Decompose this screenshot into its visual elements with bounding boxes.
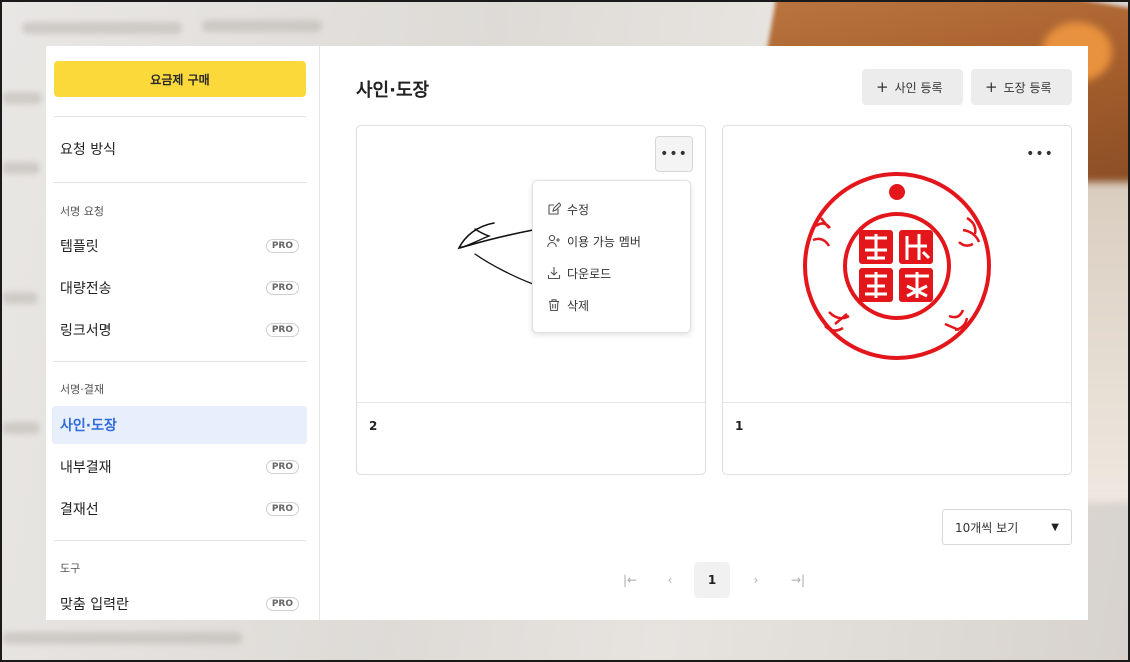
menu-item-available-members[interactable]: 이용 가능 멤버	[533, 225, 690, 257]
divider	[54, 182, 306, 183]
sidebar-item-template[interactable]: 템플릿 PRO	[52, 227, 307, 265]
sidebar-item-approval-line[interactable]: 결재선 PRO	[52, 490, 307, 528]
section-label-sign-request: 서명 요청	[60, 205, 104, 218]
stamp-card[interactable]: ••• 1	[722, 125, 1072, 475]
pro-badge: PRO	[265, 281, 299, 295]
signature-card[interactable]: ••• 수정 이용 가능 멤버 다운로드 삭제 2	[356, 125, 706, 475]
download-icon	[547, 267, 561, 280]
more-icon: •••	[660, 146, 688, 162]
page-number-button[interactable]: 1	[694, 562, 730, 598]
sidebar: 요금제 구매 요청 방식 서명 요청 템플릿 PRO 대량전송 PRO 링크서명…	[46, 46, 320, 620]
add-signature-button[interactable]: + 사인 등록	[862, 69, 963, 105]
card-context-menu: 수정 이용 가능 멤버 다운로드 삭제	[532, 180, 691, 333]
main-content: 사인·도장 + 사인 등록 + 도장 등록 ••• 수정 이용 가능 멤버 다운…	[320, 46, 1088, 620]
pro-badge: PRO	[265, 460, 299, 474]
sidebar-item-link-sign[interactable]: 링크서명 PRO	[52, 311, 307, 349]
section-label-sign-approval: 서명·결재	[60, 383, 104, 396]
pro-badge: PRO	[265, 323, 299, 337]
first-page-icon: |←	[622, 573, 638, 587]
page-title: 사인·도장	[356, 80, 430, 101]
sidebar-item-custom-field[interactable]: 맞춤 입력란 PRO	[52, 585, 307, 620]
card-name: 1	[735, 419, 744, 433]
menu-item-download[interactable]: 다운로드	[533, 257, 690, 289]
page-size-select[interactable]: 10개씩 보기 ▼	[942, 509, 1072, 545]
add-member-icon	[547, 234, 560, 248]
divider	[54, 116, 306, 117]
card-name: 2	[369, 419, 378, 433]
last-page-icon: →|	[790, 573, 806, 587]
stamp-preview	[723, 126, 1071, 403]
purchase-plan-button[interactable]: 요금제 구매	[54, 61, 306, 97]
edit-icon	[548, 202, 561, 215]
add-stamp-button[interactable]: + 도장 등록	[971, 69, 1072, 105]
app-window: 요금제 구매 요청 방식 서명 요청 템플릿 PRO 대량전송 PRO 링크서명…	[46, 46, 1088, 620]
caret-down-icon: ▼	[1051, 521, 1059, 533]
divider	[54, 361, 306, 362]
last-page-button[interactable]: →|	[780, 562, 816, 598]
prev-page-button[interactable]: ‹	[652, 562, 688, 598]
plus-icon: +	[985, 77, 998, 96]
more-options-button[interactable]: •••	[1021, 136, 1059, 172]
next-page-button[interactable]: ›	[738, 562, 774, 598]
pro-badge: PRO	[265, 502, 299, 516]
chevron-left-icon: ‹	[667, 573, 673, 587]
sidebar-item-signature-stamp[interactable]: 사인·도장	[52, 406, 307, 444]
pro-badge: PRO	[265, 597, 299, 611]
section-label-tools: 도구	[60, 562, 81, 575]
more-icon: •••	[1026, 146, 1054, 162]
menu-item-delete[interactable]: 삭제	[533, 289, 690, 321]
sidebar-item-internal-approval[interactable]: 내부결재 PRO	[52, 448, 307, 486]
trash-icon	[549, 299, 559, 312]
first-page-button[interactable]: |←	[612, 562, 648, 598]
divider	[54, 540, 306, 541]
plus-icon: +	[876, 77, 889, 96]
sidebar-item-request-method[interactable]: 요청 방식	[52, 130, 307, 168]
more-options-button[interactable]: •••	[655, 136, 693, 172]
pro-badge: PRO	[265, 239, 299, 253]
chevron-right-icon: ›	[753, 573, 759, 587]
sidebar-item-bulk-send[interactable]: 대량전송 PRO	[52, 269, 307, 307]
menu-item-edit[interactable]: 수정	[533, 193, 690, 225]
